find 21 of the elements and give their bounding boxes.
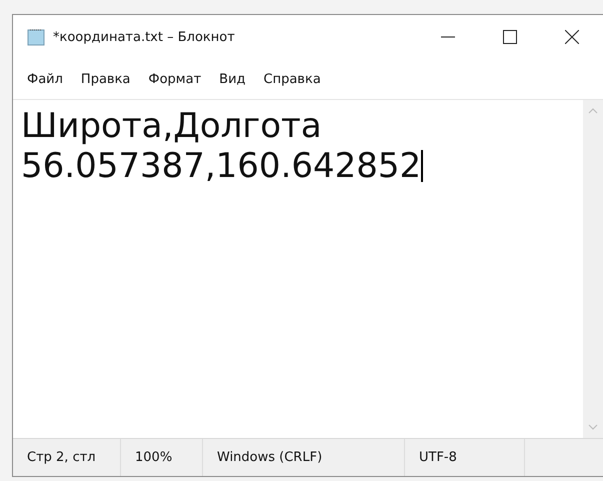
menu-item[interactable]: Файл (25, 68, 71, 90)
text-line: Широта,Долгота (21, 106, 322, 146)
text-line: 56.057387,160.642852 (21, 146, 422, 186)
maximize-icon (503, 30, 517, 44)
status-text: UTF-8 (405, 439, 525, 476)
scroll-up-icon[interactable] (588, 108, 598, 114)
menu-item[interactable]: Формат (146, 68, 210, 90)
text-editor[interactable]: Широта,Долгота 56.057387,160.642852 (13, 100, 583, 438)
status-text: 100% (121, 439, 203, 476)
status-text: Стр 2, стл (13, 439, 121, 476)
scrollbar[interactable] (583, 100, 603, 438)
notepad-icon (27, 28, 45, 46)
status-text: Windows (CRLF) (203, 439, 405, 476)
close-icon (565, 30, 579, 44)
scroll-down-icon[interactable] (588, 424, 598, 430)
menu-item[interactable]: Правка (78, 68, 138, 90)
menu-item[interactable]: Справка (262, 68, 329, 90)
minimize-icon (441, 36, 455, 38)
window-title: *координата.txt – Блокнот (53, 30, 236, 44)
menu-item[interactable]: Вид (217, 68, 254, 90)
text-cursor (421, 150, 424, 182)
